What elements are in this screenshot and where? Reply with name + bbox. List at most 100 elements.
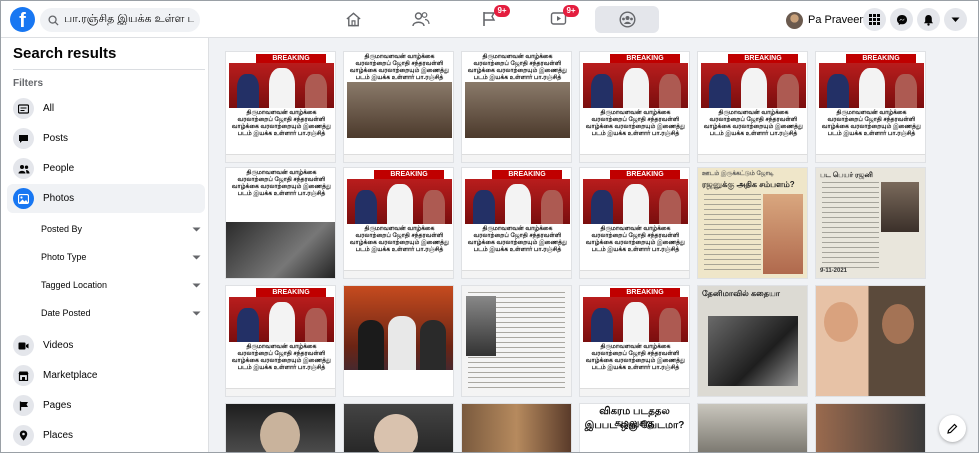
profile-shortcut[interactable]: Pa Praveen	[786, 9, 865, 31]
photo-result[interactable]	[343, 285, 454, 397]
filter-people-label: People	[43, 163, 75, 174]
photo-result[interactable]: BREAKING திருமாவளவன் வாழ்க்கை வரலாற்றைப்…	[815, 51, 926, 163]
filter-photos[interactable]: Photos	[7, 184, 205, 213]
news-caption: திருமாவளவன் வாழ்க்கை வரலாற்றைப் ஜோதி சந்…	[703, 110, 804, 137]
photo-result[interactable]: திருமாவளவன் வாழ்க்கை வரலாற்றைப் ஜோதி சந்…	[225, 167, 336, 279]
news-footer	[344, 270, 453, 278]
photo-result[interactable]: BREAKING திருமாவளவன் வாழ்க்கை வரலாற்றைப்…	[343, 167, 454, 279]
account-button[interactable]	[944, 8, 967, 31]
paper-headline: தேனிமாவில் கதையா	[702, 289, 780, 298]
tab-friends[interactable]	[388, 1, 454, 37]
search-input[interactable]	[64, 14, 194, 26]
scrollbar[interactable]	[956, 38, 978, 452]
news-scene	[583, 179, 688, 224]
new-message-button[interactable]	[939, 415, 966, 442]
posted-by-label: Posted By	[41, 224, 83, 234]
tab-watch[interactable]: 9+	[525, 1, 591, 37]
face-photo	[374, 414, 418, 452]
notifications-button[interactable]	[917, 8, 940, 31]
photo-result[interactable]: BREAKING திருமாவளவன் வாழ்க்கை வரலாற்றைப்…	[225, 285, 336, 397]
filter-marketplace[interactable]: Marketplace	[7, 361, 205, 390]
photo-result[interactable]	[815, 403, 926, 452]
news-scene	[819, 63, 924, 108]
filter-places[interactable]: Places	[7, 421, 205, 450]
paper-text-lines	[822, 182, 879, 272]
actor-photo	[881, 182, 919, 232]
photo-result[interactable]: விகரம படததல கமலுககு இபபட ஒரு வேடமா?	[579, 403, 690, 452]
search-filter-sidebar: Search results Filters All Posts People …	[1, 38, 209, 452]
portrait-photo	[466, 296, 496, 356]
tab-pages[interactable]: 9+	[456, 1, 522, 37]
face-photo	[260, 412, 300, 452]
photo-result[interactable]	[461, 403, 572, 452]
news-scene	[465, 179, 570, 224]
photo-result[interactable]	[343, 403, 454, 452]
photo-result[interactable]: BREAKING திருமாவளவன் வாழ்க்கை வரலாற்றைப்…	[579, 51, 690, 163]
paper-headline: ரஜனுக்கு அதிக சம்பளம்?	[702, 180, 795, 189]
photo-result[interactable]: ஊடம் இருக்கட்டும் ஜோடி ரஜனுக்கு அதிக சம்…	[697, 167, 808, 279]
photo-result[interactable]: தேனிமாவில் கதையா	[697, 285, 808, 397]
photos-icon	[13, 188, 34, 209]
posted-by-dropdown[interactable]: Posted By	[41, 219, 201, 239]
date-posted-label: Date Posted	[41, 308, 91, 318]
top-navigation-bar: f 9+ 9+ Pa Praveen	[1, 1, 978, 38]
photo-type-dropdown[interactable]: Photo Type	[41, 247, 201, 267]
filter-videos[interactable]: Videos	[7, 331, 205, 360]
news-caption: திருமாவளவன் வாழ்க்கை வரலாற்றைப் ஜோதி சந்…	[231, 170, 332, 197]
breaking-label: BREAKING	[610, 170, 680, 179]
facebook-logo-icon[interactable]: f	[10, 7, 35, 32]
photo-result[interactable]	[225, 403, 336, 452]
messenger-button[interactable]	[890, 8, 913, 31]
photo-results-grid: BREAKING திருமாவளவன் வாழ்க்கை வரலாற்றைப்…	[223, 49, 929, 452]
tab-home[interactable]	[320, 1, 386, 37]
paper-headline: ஊடம் இருக்கட்டும் ஜோடி	[702, 171, 774, 177]
photo-result[interactable]	[461, 285, 572, 397]
news-footer	[226, 388, 335, 396]
tab-groups[interactable]	[595, 6, 659, 33]
filter-pages[interactable]: Pages	[7, 391, 205, 420]
photo-result[interactable]: BREAKING திருமாவளவன் வாழ்க்கை வரலாற்றைப்…	[579, 285, 690, 397]
page-title: Search results	[13, 45, 117, 62]
tagged-location-dropdown[interactable]: Tagged Location	[41, 275, 201, 295]
banner-text: இபபட ஒரு வேடமா?	[584, 420, 685, 431]
filter-marketplace-label: Marketplace	[43, 370, 98, 381]
bw-photo	[226, 222, 335, 278]
filter-all[interactable]: All	[7, 94, 205, 123]
person-figure	[358, 320, 384, 370]
breaking-label: BREAKING	[492, 170, 562, 179]
photo-result[interactable]: திருமாவளவன் வாழ்க்கை வரலாற்றைப் ஜோதி சந்…	[461, 51, 572, 163]
news-caption: திருமாவளவன் வாழ்க்கை வரலாற்றைப் ஜோதி சந்…	[231, 110, 332, 137]
photo-result[interactable]: BREAKING திருமாவளவன் வாழ்க்கை வரலாற்றைப்…	[579, 167, 690, 279]
news-footer	[580, 270, 689, 278]
search-box[interactable]	[40, 8, 200, 32]
person-figure	[388, 316, 416, 370]
filter-places-label: Places	[43, 430, 74, 441]
tagged-location-label: Tagged Location	[41, 280, 108, 290]
photo-result[interactable]: திருமாவளவன் வாழ்க்கை வரலாற்றைப் ஜோதி சந்…	[343, 51, 454, 163]
chevron-down-icon	[951, 17, 960, 22]
menu-grid-icon	[869, 14, 880, 25]
news-footer	[580, 154, 689, 162]
photo-type-label: Photo Type	[41, 252, 87, 262]
photo-result[interactable]	[815, 285, 926, 397]
news-footer	[462, 270, 571, 278]
actress-photo	[763, 194, 803, 274]
photo-result[interactable]: BREAKING திருமாவளவன் வாழ்க்கை வரலாற்றைப்…	[225, 51, 336, 163]
date-posted-dropdown[interactable]: Date Posted	[41, 303, 201, 323]
filter-all-label: All	[43, 103, 55, 114]
filter-people[interactable]: People	[7, 154, 205, 183]
photo-result[interactable]: BREAKING திருமாவளவன் வாழ்க்கை வரலாற்றைப்…	[461, 167, 572, 279]
menu-button[interactable]	[863, 8, 886, 31]
breaking-label: BREAKING	[256, 288, 326, 297]
photo-result[interactable]	[697, 403, 808, 452]
photo-result[interactable]: BREAKING திருமாவளவன் வாழ்க்கை வரலாற்றைப்…	[697, 51, 808, 163]
photo-result[interactable]: பட பெயர் ரஜனி 9-11-2021	[815, 167, 926, 279]
news-caption: திருமாவளவன் வாழ்க்கை வரலாற்றைப் ஜோதி சந்…	[467, 226, 568, 253]
news-footer	[344, 154, 453, 162]
filter-posts[interactable]: Posts	[7, 124, 205, 153]
face-photo	[882, 304, 914, 344]
news-footer	[698, 154, 807, 162]
breaking-label: BREAKING	[728, 54, 798, 63]
news-caption: திருமாவளவன் வாழ்க்கை வரலாற்றைப் ஜோதி சந்…	[585, 226, 686, 253]
news-caption: திருமாவளவன் வாழ்க்கை வரலாற்றைப் ஜோதி சந்…	[231, 344, 332, 371]
